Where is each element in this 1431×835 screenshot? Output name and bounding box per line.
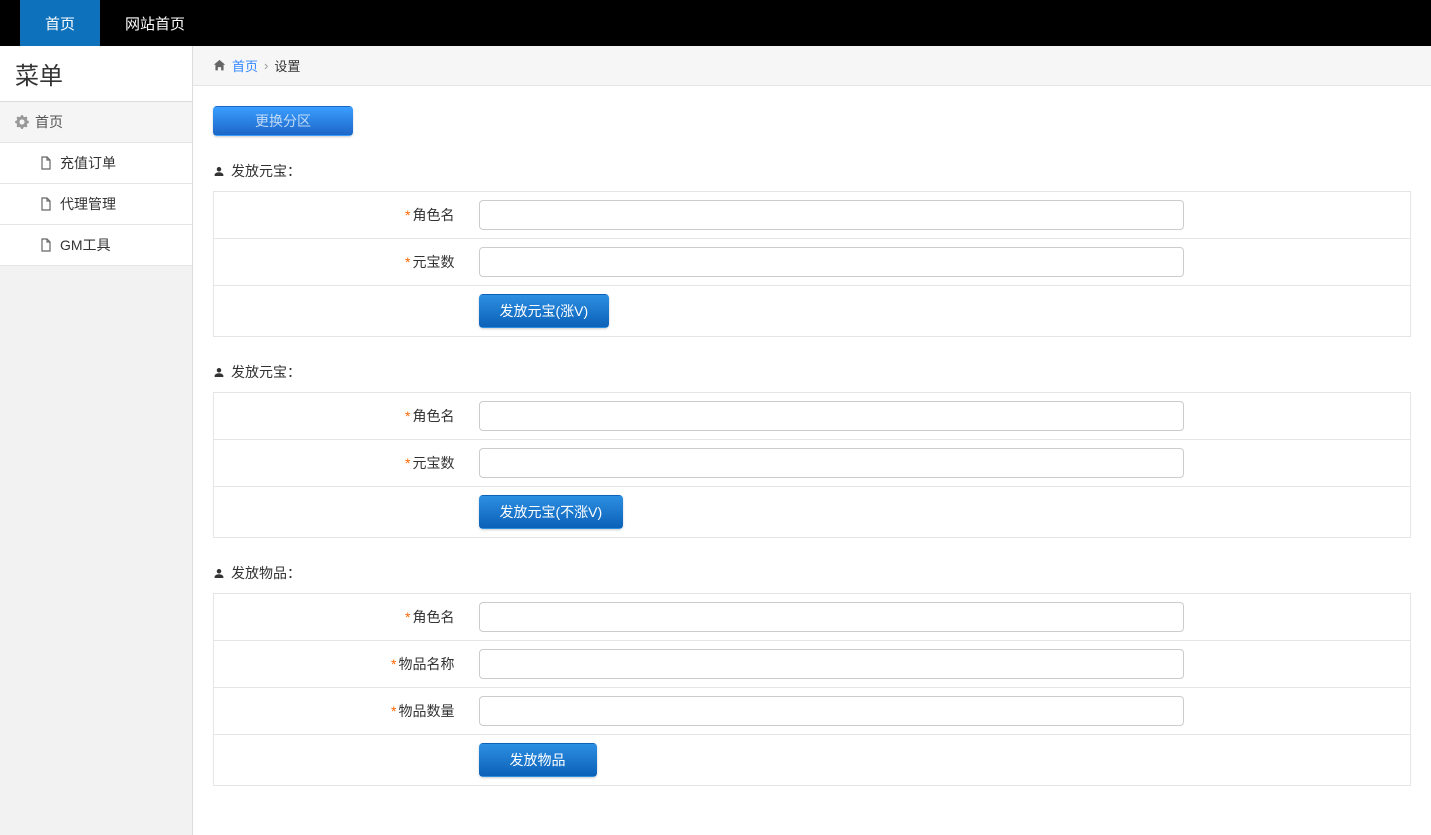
file-icon — [40, 197, 52, 211]
field-label: 角色名 — [413, 408, 455, 424]
submit-ingot-vip-button[interactable]: 发放元宝(涨V) — [479, 294, 610, 328]
sidebar-item-label: 充值订单 — [60, 153, 116, 173]
ingot-amount-input[interactable] — [479, 448, 1184, 478]
gear-icon — [15, 115, 29, 129]
file-icon — [40, 156, 52, 170]
submit-item-button[interactable]: 发放物品 — [479, 743, 597, 777]
required-mark: * — [391, 656, 396, 672]
user-icon — [213, 165, 225, 178]
user-icon — [213, 567, 225, 580]
sidebar: 菜单 首页 充值订单 — [0, 46, 193, 835]
required-mark: * — [405, 609, 410, 625]
required-mark: * — [405, 455, 410, 471]
nav-home[interactable]: 首页 — [20, 0, 100, 46]
form-table-ingot-1: *角色名 *元宝数 发放元宝( — [213, 191, 1411, 337]
required-mark: * — [405, 254, 410, 270]
sidebar-item-recharge-orders[interactable]: 充值订单 — [0, 143, 192, 184]
user-icon — [213, 366, 225, 379]
item-name-input[interactable] — [479, 649, 1184, 679]
section-title: 发放物品： — [231, 563, 301, 583]
sidebar-title: 菜单 — [0, 46, 192, 102]
required-mark: * — [391, 703, 396, 719]
role-name-input[interactable] — [479, 200, 1184, 230]
field-label: 元宝数 — [413, 455, 455, 471]
item-quantity-input[interactable] — [479, 696, 1184, 726]
required-mark: * — [405, 408, 410, 424]
submit-ingot-novip-button[interactable]: 发放元宝(不涨V) — [479, 495, 624, 529]
top-nav: 首页 网站首页 — [0, 0, 1431, 46]
home-icon — [213, 59, 226, 72]
section-header-item: 发放物品： — [213, 563, 1411, 583]
sidebar-item-label: 代理管理 — [60, 194, 116, 214]
ingot-amount-input[interactable] — [479, 247, 1184, 277]
required-mark: * — [405, 207, 410, 223]
breadcrumb: 首页 › 设置 — [193, 46, 1431, 86]
sidebar-item-gm-tools[interactable]: GM工具 — [0, 225, 192, 266]
form-table-item: *角色名 *物品名称 *物品数量 — [213, 593, 1411, 786]
field-label: 角色名 — [413, 609, 455, 625]
field-label: 元宝数 — [413, 254, 455, 270]
section-header-ingot-2: 发放元宝： — [213, 362, 1411, 382]
nav-site-home[interactable]: 网站首页 — [100, 0, 210, 46]
form-table-ingot-2: *角色名 *元宝数 发放元宝( — [213, 392, 1411, 538]
file-icon — [40, 238, 52, 252]
section-title: 发放元宝： — [231, 161, 301, 181]
role-name-input[interactable] — [479, 602, 1184, 632]
role-name-input[interactable] — [479, 401, 1184, 431]
section-header-ingot-1: 发放元宝： — [213, 161, 1411, 181]
field-label: 物品数量 — [399, 703, 455, 719]
sidebar-section-label: 首页 — [35, 112, 63, 132]
sidebar-section-home[interactable]: 首页 — [0, 102, 192, 143]
section-title: 发放元宝： — [231, 362, 301, 382]
sidebar-item-label: GM工具 — [60, 235, 111, 255]
breadcrumb-home-link[interactable]: 首页 — [232, 56, 258, 75]
field-label: 物品名称 — [399, 656, 455, 672]
sidebar-item-agent-management[interactable]: 代理管理 — [0, 184, 192, 225]
change-zone-button[interactable]: 更换分区 — [213, 106, 353, 136]
breadcrumb-current: 设置 — [274, 56, 300, 75]
main-content: 首页 › 设置 更换分区 发放元宝： *角色名 — [193, 46, 1431, 835]
field-label: 角色名 — [413, 207, 455, 223]
breadcrumb-separator: › — [264, 58, 268, 73]
